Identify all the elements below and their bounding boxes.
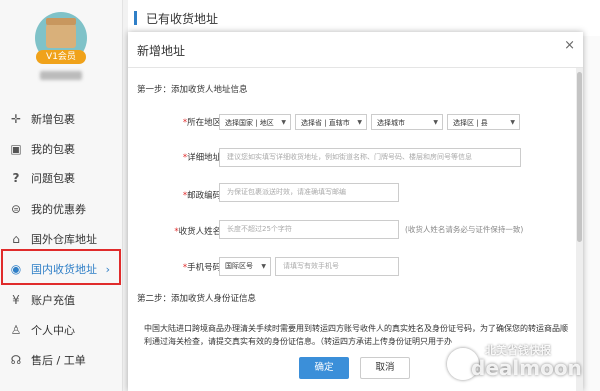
divider [128, 67, 583, 68]
sidebar-item-label: 我的优惠券 [31, 203, 86, 216]
watermark-en: dealmoon [471, 356, 582, 380]
dropdown-arrow-icon: ▼ [281, 119, 286, 126]
address-field[interactable]: 建议您如实填写详细收货地址，例如街道名称、门牌号码、楼层和房间号等信息 [219, 148, 521, 167]
address-label: *详细地址: [182, 153, 224, 163]
step-two-heading: 第二步：添加收货人身份证信息 [137, 294, 257, 304]
sidebar-item-label: 个人中心 [31, 324, 75, 337]
province-select[interactable]: 选择省 | 直辖市 ▼ [295, 114, 367, 130]
sidebar-item-after-sales[interactable]: ☊ 售后 / 工单 [0, 344, 122, 376]
sidebar-item-recharge[interactable]: ¥ 账户充值 [0, 284, 122, 316]
recipient-name-field[interactable]: 长度不超过25个字符 [219, 220, 399, 239]
postal-code-field[interactable]: 为保证包裹派送时效，请准确填写邮编 [219, 183, 399, 202]
dropdown-arrow-icon: ▼ [357, 119, 362, 126]
page-title: 已有收货地址 [146, 12, 219, 26]
step-one-heading: 第一步：添加收货人地址信息 [137, 85, 248, 95]
sidebar-item-coupons[interactable]: ⊜ 我的优惠券 [0, 193, 122, 225]
yen-icon: ¥ [12, 293, 20, 307]
country-select[interactable]: 选择国家 | 地区 ▼ [219, 114, 291, 130]
package-avatar-icon [46, 18, 76, 48]
phone-label: *手机号码: [182, 263, 224, 273]
coupon-icon: ⊜ [10, 202, 22, 216]
sidebar-item-label: 新增包裹 [31, 113, 75, 126]
scrollbar[interactable] [576, 68, 583, 391]
warehouse-icon: ⌂ [12, 232, 20, 246]
sidebar-item-label: 问题包裹 [31, 172, 75, 185]
question-icon: ? [12, 171, 20, 185]
region-label: *所在地区: [182, 118, 224, 128]
sidebar-item-label: 账户充值 [31, 294, 75, 307]
sidebar-item-add-package[interactable]: ✛ 新增包裹 [0, 103, 122, 135]
vip-badge: V1会员 [36, 50, 86, 64]
city-select[interactable]: 选择城市 ▼ [371, 114, 443, 130]
name-label: *收货人姓名: [174, 227, 224, 237]
add-address-dialog: 新增地址 × 第一步：添加收货人地址信息 *所在地区: 选择国家 | 地区 ▼ 选… [128, 32, 583, 391]
sidebar-item-profile[interactable]: ♙ 个人中心 [0, 314, 122, 346]
dropdown-arrow-icon: ▼ [433, 119, 438, 126]
district-select[interactable]: 选择区 | 县 ▼ [447, 114, 520, 130]
name-hint: (收货人姓名请务必与证件保持一致) [405, 225, 524, 234]
user-icon: ♙ [10, 323, 22, 337]
close-icon[interactable]: × [564, 38, 575, 53]
dropdown-arrow-icon: ▼ [261, 263, 266, 270]
gift-box-icon: ▣ [10, 142, 22, 156]
main-header: 已有收货地址 [128, 0, 600, 36]
dropdown-arrow-icon: ▼ [510, 119, 515, 126]
header-accent-bar [134, 11, 137, 25]
sidebar-item-label: 国外仓库地址 [31, 233, 97, 246]
sidebar: V1会员 ✛ 新增包裹 ▣ 我的包裹 ? 问题包裹 ⊜ 我的优惠券 ⌂ 国外仓库… [0, 0, 123, 391]
username-blurred [40, 71, 82, 80]
plus-icon: ✛ [10, 112, 22, 126]
sidebar-item-label: 售后 / 工单 [31, 354, 86, 367]
confirm-button[interactable]: 确定 [299, 357, 349, 379]
postal-label: *邮政编码: [182, 191, 224, 201]
scrollbar-thumb[interactable] [577, 72, 582, 242]
sidebar-item-my-packages[interactable]: ▣ 我的包裹 [0, 133, 122, 165]
sidebar-item-label: 我的包裹 [31, 143, 75, 156]
headset-icon: ☊ [10, 353, 22, 367]
cancel-button[interactable]: 取消 [360, 357, 410, 379]
sidebar-item-problem-packages[interactable]: ? 问题包裹 [0, 162, 122, 194]
country-code-select[interactable]: 国际区号 ▼ [219, 257, 271, 276]
phone-number-field[interactable]: 请填写有效手机号 [275, 257, 399, 276]
dialog-title: 新增地址 [137, 44, 186, 58]
highlight-box [1, 249, 121, 285]
